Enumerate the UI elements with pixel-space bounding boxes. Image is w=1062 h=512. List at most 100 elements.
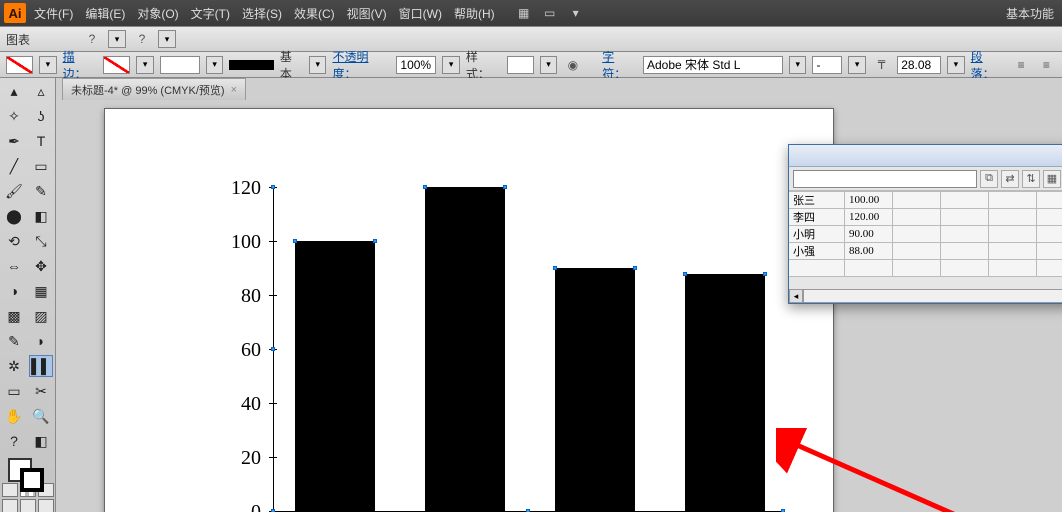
- grid-cell[interactable]: [789, 260, 845, 277]
- selection-handle[interactable]: [633, 266, 637, 270]
- help2-icon[interactable]: ?: [132, 29, 152, 49]
- type-tool[interactable]: T: [29, 130, 53, 152]
- grid-cell-value[interactable]: 120.00: [845, 209, 893, 226]
- switch-xy-icon[interactable]: ⇅: [1022, 170, 1040, 188]
- font-weight-dropdown[interactable]: ▾: [848, 56, 865, 74]
- grid-cell[interactable]: [1037, 260, 1062, 277]
- screen-mode-presentation[interactable]: [38, 499, 54, 512]
- cell-style-icon[interactable]: ▦: [1043, 170, 1061, 188]
- column-graph-tool[interactable]: ▌▌: [29, 355, 53, 377]
- align-center-icon[interactable]: ≡: [1037, 55, 1056, 75]
- selection-handle[interactable]: [553, 266, 557, 270]
- grid-cell[interactable]: [941, 243, 989, 260]
- font-size-field[interactable]: 28.08: [897, 56, 941, 74]
- grid-cell[interactable]: [989, 192, 1037, 209]
- paragraph-label[interactable]: 段落：: [971, 48, 1006, 82]
- graph-data-panel[interactable]: ✕ ⧉ ⇄ ⇅ ▦ ↺ ✓ 张三 100.00 李四 120.00 小明 90.…: [788, 144, 1062, 304]
- screen-mode-full[interactable]: [20, 499, 36, 512]
- stroke-profile-dropdown[interactable]: ▾: [309, 56, 326, 74]
- line-tool[interactable]: ╱: [2, 155, 26, 177]
- shape-builder-tool[interactable]: ◑: [2, 280, 26, 302]
- magic-wand-tool[interactable]: ✧: [2, 105, 26, 127]
- help-dropdown[interactable]: ▾: [108, 30, 126, 48]
- arrange-dropdown-icon[interactable]: ▾: [567, 4, 585, 22]
- stroke-dropdown[interactable]: ▾: [136, 56, 153, 74]
- help-tool[interactable]: ?: [2, 430, 26, 452]
- symbol-sprayer-tool[interactable]: ✲: [2, 355, 26, 377]
- menu-window[interactable]: 窗口(W): [399, 5, 442, 22]
- stroke-weight[interactable]: [160, 56, 200, 74]
- stroke-label[interactable]: 描边：: [63, 48, 98, 82]
- free-transform-tool[interactable]: ✥: [29, 255, 53, 277]
- recolor-icon[interactable]: ◉: [563, 55, 582, 75]
- bridge-icon[interactable]: ▦: [515, 4, 533, 22]
- menu-help[interactable]: 帮助(H): [454, 5, 495, 22]
- stroke-swatch[interactable]: [103, 56, 130, 74]
- selection-handle[interactable]: [683, 272, 687, 276]
- fill-dropdown[interactable]: ▾: [39, 56, 56, 74]
- import-icon[interactable]: ⧉: [980, 170, 998, 188]
- help2-dropdown[interactable]: ▾: [158, 30, 176, 48]
- opacity-dropdown[interactable]: ▾: [442, 56, 459, 74]
- paintbrush-tool[interactable]: 🖌: [2, 180, 26, 202]
- grid-cell[interactable]: [1037, 243, 1062, 260]
- scale-tool[interactable]: ⤡: [29, 230, 53, 252]
- artboard[interactable]: 0 20 40 60 80 100 120: [104, 108, 834, 512]
- document-tab[interactable]: 未标题-4* @ 99% (CMYK/预览) ×: [62, 78, 246, 100]
- selection-tool[interactable]: ▴: [2, 80, 26, 102]
- grid-cell[interactable]: [893, 260, 941, 277]
- stroke-box[interactable]: [20, 468, 44, 492]
- cell-input[interactable]: [793, 170, 977, 188]
- menu-effect[interactable]: 效果(C): [294, 5, 335, 22]
- grid-cell[interactable]: [989, 260, 1037, 277]
- help-icon[interactable]: ?: [82, 29, 102, 49]
- bar-chart[interactable]: 0 20 40 60 80 100 120: [213, 187, 773, 512]
- toggle-tool[interactable]: ◧: [29, 430, 53, 452]
- fill-stroke-control[interactable]: [8, 458, 48, 479]
- scroll-left-icon[interactable]: ◂: [789, 289, 803, 303]
- grid-cell[interactable]: [893, 243, 941, 260]
- grid-cell[interactable]: [941, 209, 989, 226]
- grid-cell[interactable]: [1037, 226, 1062, 243]
- eyedropper-tool[interactable]: ✎: [2, 330, 26, 352]
- selection-handle[interactable]: [373, 239, 377, 243]
- pen-tool[interactable]: ✒: [2, 130, 26, 152]
- menu-object[interactable]: 对象(O): [137, 5, 178, 22]
- rotate-tool[interactable]: ⟲: [2, 230, 26, 252]
- gradient-tool[interactable]: ▨: [29, 305, 53, 327]
- transpose-icon[interactable]: ⇄: [1001, 170, 1019, 188]
- width-tool[interactable]: ⇔: [2, 255, 26, 277]
- grid-cell[interactable]: [941, 192, 989, 209]
- grid-cell-name[interactable]: 小强: [789, 243, 845, 260]
- zoom-tool[interactable]: 🔍: [29, 405, 53, 427]
- grid-cell-value[interactable]: 100.00: [845, 192, 893, 209]
- perspective-grid-tool[interactable]: ▦: [29, 280, 53, 302]
- font-size-dropdown[interactable]: ▾: [947, 56, 964, 74]
- selection-handle[interactable]: [763, 272, 767, 276]
- lasso-tool[interactable]: ʖ: [29, 105, 53, 127]
- menu-edit[interactable]: 编辑(E): [85, 5, 125, 22]
- selection-handle[interactable]: [293, 239, 297, 243]
- grid-cell-name[interactable]: 李四: [789, 209, 845, 226]
- blob-brush-tool[interactable]: ⬤: [2, 205, 26, 227]
- selection-handle[interactable]: [423, 185, 427, 189]
- eraser-tool[interactable]: ◧: [29, 205, 53, 227]
- bar-4[interactable]: [685, 274, 765, 511]
- screen-mode-normal[interactable]: [2, 499, 18, 512]
- opacity-field[interactable]: 100%: [396, 56, 436, 74]
- pencil-tool[interactable]: ✎: [29, 180, 53, 202]
- direct-selection-tool[interactable]: ▵: [29, 80, 53, 102]
- selection-handle[interactable]: [271, 185, 275, 189]
- color-mode[interactable]: [2, 483, 18, 497]
- workspace-switcher[interactable]: 基本功能: [1006, 5, 1054, 22]
- panel-scrollbar[interactable]: ◂ ▸: [789, 289, 1062, 303]
- menu-select[interactable]: 选择(S): [242, 5, 282, 22]
- grid-cell[interactable]: [893, 226, 941, 243]
- stroke-profile[interactable]: [229, 60, 273, 70]
- document-tab-close[interactable]: ×: [231, 84, 237, 96]
- style-dropdown[interactable]: ▾: [540, 56, 557, 74]
- stroke-weight-dropdown[interactable]: ▾: [206, 56, 223, 74]
- grid-cell[interactable]: [989, 209, 1037, 226]
- menu-view[interactable]: 视图(V): [347, 5, 387, 22]
- slice-tool[interactable]: ✂: [29, 380, 53, 402]
